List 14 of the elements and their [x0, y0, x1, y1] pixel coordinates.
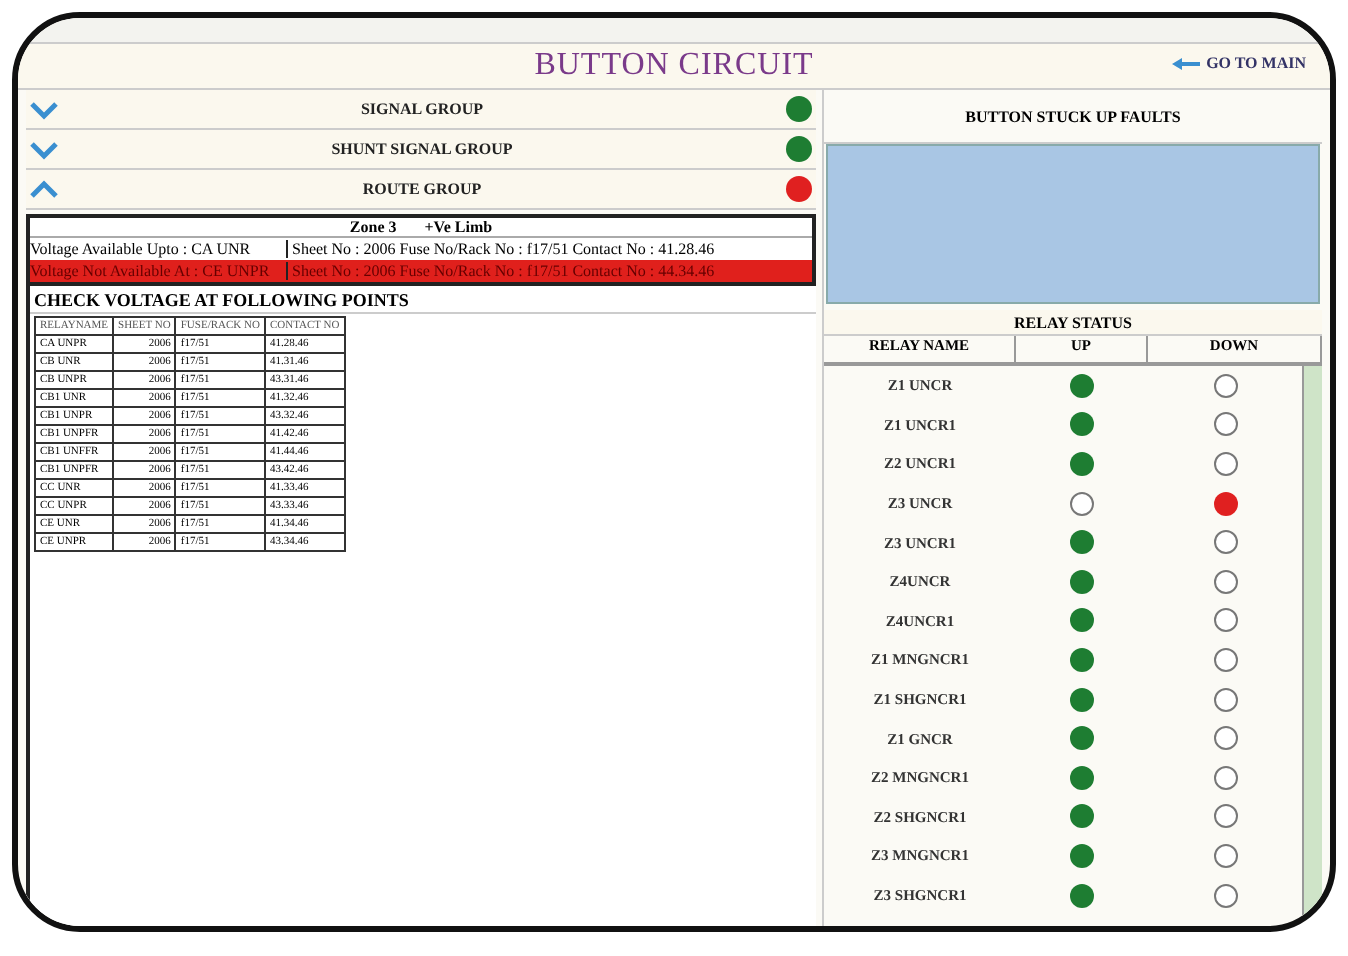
go-to-main-link[interactable]: GO TO MAIN [1172, 54, 1306, 72]
arrow-icon [1172, 57, 1201, 69]
expand-icon[interactable] [30, 139, 58, 159]
contact-details: Sheet No : 2006 Fuse No/Rack No : f17/51 Contact No : 41.28.46 [290, 240, 715, 258]
voltage-location: Voltage Not Available At : CE UNPR [30, 262, 288, 280]
page-title: BUTTON CIRCUIT [534, 48, 814, 84]
voltage-location: Voltage Available Upto : CA UNR [30, 240, 288, 258]
expand-icon[interactable] [30, 99, 58, 119]
contact-details: Sheet No : 2006 Fuse No/Rack No : f17/51 Contact No : 44.34.46 [290, 262, 715, 280]
collapse-icon[interactable] [30, 179, 58, 199]
relay-status-heading: RELAY STATUS [824, 310, 1322, 336]
check-heading: CHECK VOLTAGE AT FOLLOWING POINTS [30, 286, 816, 314]
zone-label: Zone 3 [349, 218, 397, 236]
limb-label: +Ve Limb [424, 218, 493, 236]
